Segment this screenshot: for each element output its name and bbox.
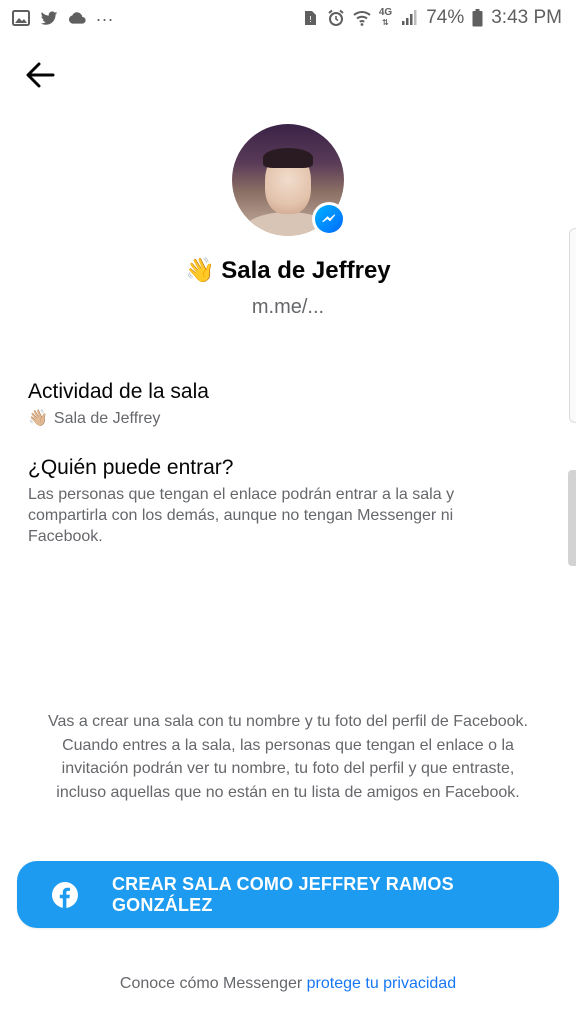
cloud-icon [68,12,86,24]
status-right: ! 4G ⇅ 74% 3:43 PM [301,7,562,29]
privacy-link[interactable]: protege tu privacidad [307,975,456,992]
arrow-left-icon [26,62,55,88]
messenger-icon [315,205,343,233]
privacy-disclaimer: Vas a crear una sala con tu nombre y tu … [48,713,528,801]
who-can-join-description: Las personas que tengan el enlace podrán… [28,486,455,545]
activity-room-name: Sala de Jeffrey [53,410,161,427]
create-room-screen: ... ! 4G ⇅ 74% 3:43 PM 👋 Sala de Jeffrey… [0,0,576,1024]
activity-value[interactable]: 👋🏼 Sala de Jeffrey [28,408,160,429]
create-room-label: CREAR SALA COMO JEFFREY RAMOS GONZÁLEZ [111,873,454,915]
activity-title: Actividad de la sala [28,380,209,403]
battery-icon [472,9,483,27]
alarm-icon [328,9,344,26]
messenger-bolt-icon [322,214,336,223]
create-room-button[interactable]: CREAR SALA COMO JEFFREY RAMOS GONZÁLEZ [17,861,559,928]
wave-emoji: 👋 [185,257,216,284]
status-bar: ... ! 4G ⇅ 74% 3:43 PM [0,0,576,36]
signal-icon [402,10,417,25]
room-title: 👋 Sala de Jeffrey [0,256,576,285]
room-link: m.me/... [251,296,325,318]
privacy-prefix: Conoce cómo Messenger [119,975,307,992]
avatar-hair [263,148,313,168]
status-left: ... [12,5,114,27]
messenger-badge [312,202,346,236]
privacy-footer: Conoce cómo Messenger protege tu privaci… [0,975,576,993]
back-button[interactable] [20,55,60,95]
activity-emoji: 👋🏼 [28,410,48,427]
room-name: Sala de Jeffrey [221,257,391,284]
scrollbar-thumb[interactable] [568,470,576,566]
edge-panel-handle[interactable] [569,228,576,423]
clock: 3:43 PM [491,7,562,28]
more-notifications: ... [96,4,115,25]
svg-text:!: ! [309,15,312,24]
facebook-icon [52,881,78,908]
no-sim-icon: ! [304,11,316,25]
twitter-icon [40,11,58,25]
wifi-icon [353,11,371,26]
data-arrows: ⇅ [382,18,389,27]
who-can-join-title: ¿Quién puede entrar? [28,456,234,479]
profile-avatar [232,124,346,236]
battery-percentage: 74% [426,7,465,28]
network-4g-icon: 4G ⇅ [379,8,392,28]
network-type-label: 4G [378,7,393,18]
image-icon [12,10,30,26]
